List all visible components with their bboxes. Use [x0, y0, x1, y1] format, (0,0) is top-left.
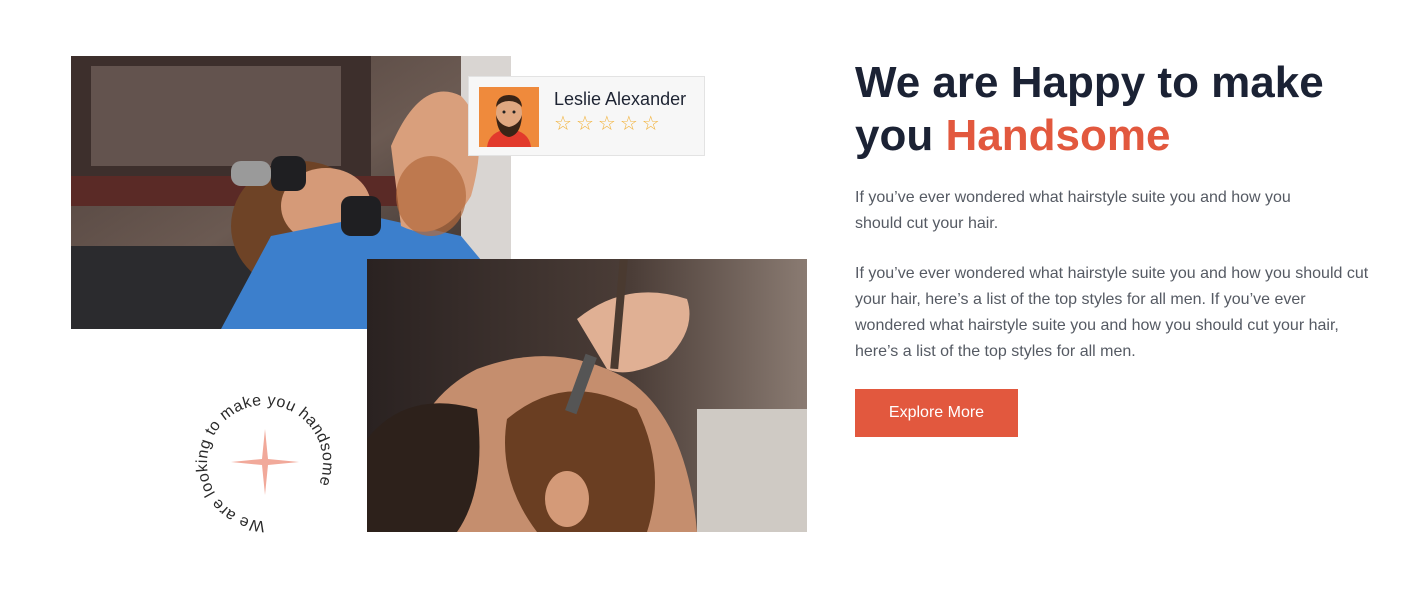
intro-paragraph: If you’ve ever wondered what hairstyle s… [855, 189, 1291, 232]
reviewer-avatar [479, 87, 539, 147]
rating-stars: ☆ ☆ ☆ ☆ ☆ [554, 114, 660, 134]
star-icon: ☆ [597, 113, 616, 135]
sparkle-icon [231, 429, 299, 495]
razor-shave-photo [367, 259, 807, 532]
headline-accent: Handsome [945, 111, 1171, 160]
explore-more-button[interactable]: Explore More [855, 389, 1018, 437]
star-icon: ☆ [575, 113, 594, 135]
headline-line-1: We are Happy to make [855, 58, 1324, 107]
page-title: We are Happy to make you Handsome [855, 56, 1395, 162]
review-card: Leslie Alexander ☆ ☆ ☆ ☆ ☆ [468, 76, 705, 156]
star-icon: ☆ [641, 113, 660, 135]
reviewer-name: Leslie Alexander [554, 89, 687, 109]
star-icon: ☆ [619, 113, 638, 135]
circular-text-badge: We are looking to make you handsome [193, 392, 338, 534]
headline-prefix: you [855, 111, 934, 160]
description-paragraph: If you’ve ever wondered what hairstyle s… [855, 265, 1369, 360]
star-icon: ☆ [554, 113, 572, 135]
